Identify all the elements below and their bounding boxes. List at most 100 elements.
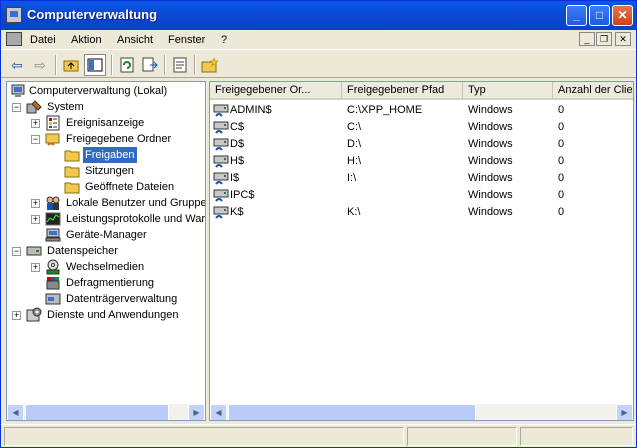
close-button[interactable]: ✕ [612,5,633,26]
scroll-thumb[interactable] [25,404,169,420]
app-icon[interactable] [6,7,22,23]
scroll-right-icon[interactable]: ▶ [616,404,633,420]
toolbar-separator [164,55,166,75]
collapse-icon[interactable]: − [31,135,40,144]
mdi-system-icon[interactable] [6,32,22,46]
expand-icon[interactable]: + [31,263,40,272]
expand-icon[interactable]: + [12,311,21,320]
back-arrow-icon[interactable]: ⇦ [6,54,28,76]
title-bar[interactable]: Computerverwaltung _ □ ✕ [1,1,636,30]
share-name-cell: D$ [230,138,245,150]
client-count-cell: 0 [558,189,565,201]
tree-label: Dienste und Anwendungen [47,309,179,321]
tree-item-root[interactable]: Computerverwaltung (Lokal) [7,83,205,99]
properties-icon[interactable] [169,54,191,76]
console-tree[interactable]: Computerverwaltung (Lokal) − System + Er… [6,81,206,421]
tree-item-sessions[interactable]: Sitzungen [7,163,205,179]
table-row[interactable]: C$ C:\ Windows 0 [210,119,633,136]
tree-label: Computerverwaltung (Lokal) [29,85,168,97]
table-row[interactable]: ADMIN$ C:\XPP_HOME Windows 0 [210,102,633,119]
scroll-right-icon[interactable]: ▶ [188,404,205,420]
menu-ansicht[interactable]: Ansicht [117,34,153,46]
scroll-left-icon[interactable]: ◀ [210,404,227,420]
menu-bar: Datei Aktion Ansicht Fenster ? _ ❐ ✕ [1,30,636,50]
share-path-cell: C:\XPP_HOME [347,104,423,116]
column-header-client-count[interactable]: Anzahl der Clien [553,82,633,100]
shared-folders-icon [45,133,60,146]
menu-datei[interactable]: Datei [30,34,56,46]
tree-item-device-manager[interactable]: Geräte-Manager [7,227,205,243]
table-row[interactable]: H$ H:\ Windows 0 [210,153,633,170]
tree-item-services-applications[interactable]: + Dienste und Anwendungen [7,307,205,323]
tree-item-event-viewer[interactable]: + Ereignisanzeige [7,115,205,131]
collapse-icon[interactable]: − [12,103,21,112]
list-horizontal-scrollbar[interactable]: ◀ ▶ [210,404,633,420]
share-name-cell: IPC$ [230,189,255,201]
share-name-cell: H$ [230,155,245,167]
table-row[interactable]: K$ K:\ Windows 0 [210,204,633,221]
shared-drive-icon [213,206,229,219]
tree-label: Freigaben [83,147,137,163]
client-count-cell: 0 [558,104,565,116]
scroll-left-icon[interactable]: ◀ [7,404,24,420]
table-row[interactable]: I$ I:\ Windows 0 [210,170,633,187]
mdi-minimize-button[interactable]: _ [579,32,595,46]
shared-drive-icon [213,172,229,185]
tree-item-local-users[interactable]: + Lokale Benutzer und Gruppen [7,195,205,211]
tree-item-removable-storage[interactable]: + Wechselmedien [7,259,205,275]
export-list-icon[interactable] [139,54,161,76]
computer-management-icon [11,84,25,97]
column-header-share-path[interactable]: Freigegebener Pfad [342,82,463,100]
scroll-thumb[interactable] [228,404,476,420]
tree-label: Ereignisanzeige [66,117,145,129]
tree-item-open-files[interactable]: Geöffnete Dateien [7,179,205,195]
expand-icon[interactable]: + [31,119,40,128]
maximize-button[interactable]: □ [589,5,610,26]
tree-item-defrag[interactable]: Defragmentierung [7,275,205,291]
device-manager-icon [45,228,61,242]
tree-item-performance-logs[interactable]: + Leistungsprotokolle und Warnungen [7,211,205,227]
type-cell: Windows [468,155,513,167]
tree-item-disk-management[interactable]: Datenträgerverwaltung [7,291,205,307]
system-tools-icon [26,100,42,114]
folder-icon [64,166,80,178]
tree-horizontal-scrollbar[interactable]: ◀ ▶ [7,404,205,420]
tree-label: Datenträgerverwaltung [66,293,178,305]
show-hide-tree-icon[interactable] [84,54,106,76]
column-header-share-name[interactable]: Freigegebener Or... [210,82,342,100]
menu-aktion[interactable]: Aktion [71,34,102,46]
expand-icon[interactable]: + [31,215,40,224]
up-folder-icon[interactable] [60,54,82,76]
refresh-icon[interactable] [116,54,138,76]
forward-arrow-icon[interactable]: ⇨ [29,54,51,76]
minimize-button[interactable]: _ [566,5,587,26]
tree-item-system[interactable]: − System [7,99,205,115]
toolbar-separator [194,55,196,75]
computer-management-window: Computerverwaltung _ □ ✕ Datei Aktion An… [0,0,637,448]
shares-list[interactable]: Freigegebener Or... Freigegebener Pfad T… [209,81,634,421]
table-row[interactable]: D$ D:\ Windows 0 [210,136,633,153]
mdi-close-button[interactable]: ✕ [615,32,631,46]
type-cell: Windows [468,104,513,116]
menu-fenster[interactable]: Fenster [168,34,205,46]
share-path-cell: D:\ [347,138,362,150]
defrag-icon [46,277,60,290]
disk-management-icon [45,293,61,305]
column-header-type[interactable]: Typ [463,82,553,100]
type-cell: Windows [468,138,513,150]
tree-item-storage[interactable]: − Datenspeicher [7,243,205,259]
share-name-cell: K$ [230,206,244,218]
tree-label: Freigegebene Ordner [66,133,172,145]
expand-icon[interactable]: + [31,199,40,208]
new-share-icon[interactable] [199,54,221,76]
menu-help[interactable]: ? [221,34,227,46]
collapse-icon[interactable]: − [12,247,21,256]
tree-item-shares[interactable]: Freigaben [7,147,205,163]
type-cell: Windows [468,172,513,184]
tree-label: Geräte-Manager [66,229,147,241]
tree-item-shared-folders[interactable]: − Freigegebene Ordner [7,131,205,147]
client-count-cell: 0 [558,155,565,167]
mdi-restore-button[interactable]: ❐ [596,32,612,46]
event-viewer-icon [46,115,60,131]
table-row[interactable]: IPC$ Windows 0 [210,187,633,204]
